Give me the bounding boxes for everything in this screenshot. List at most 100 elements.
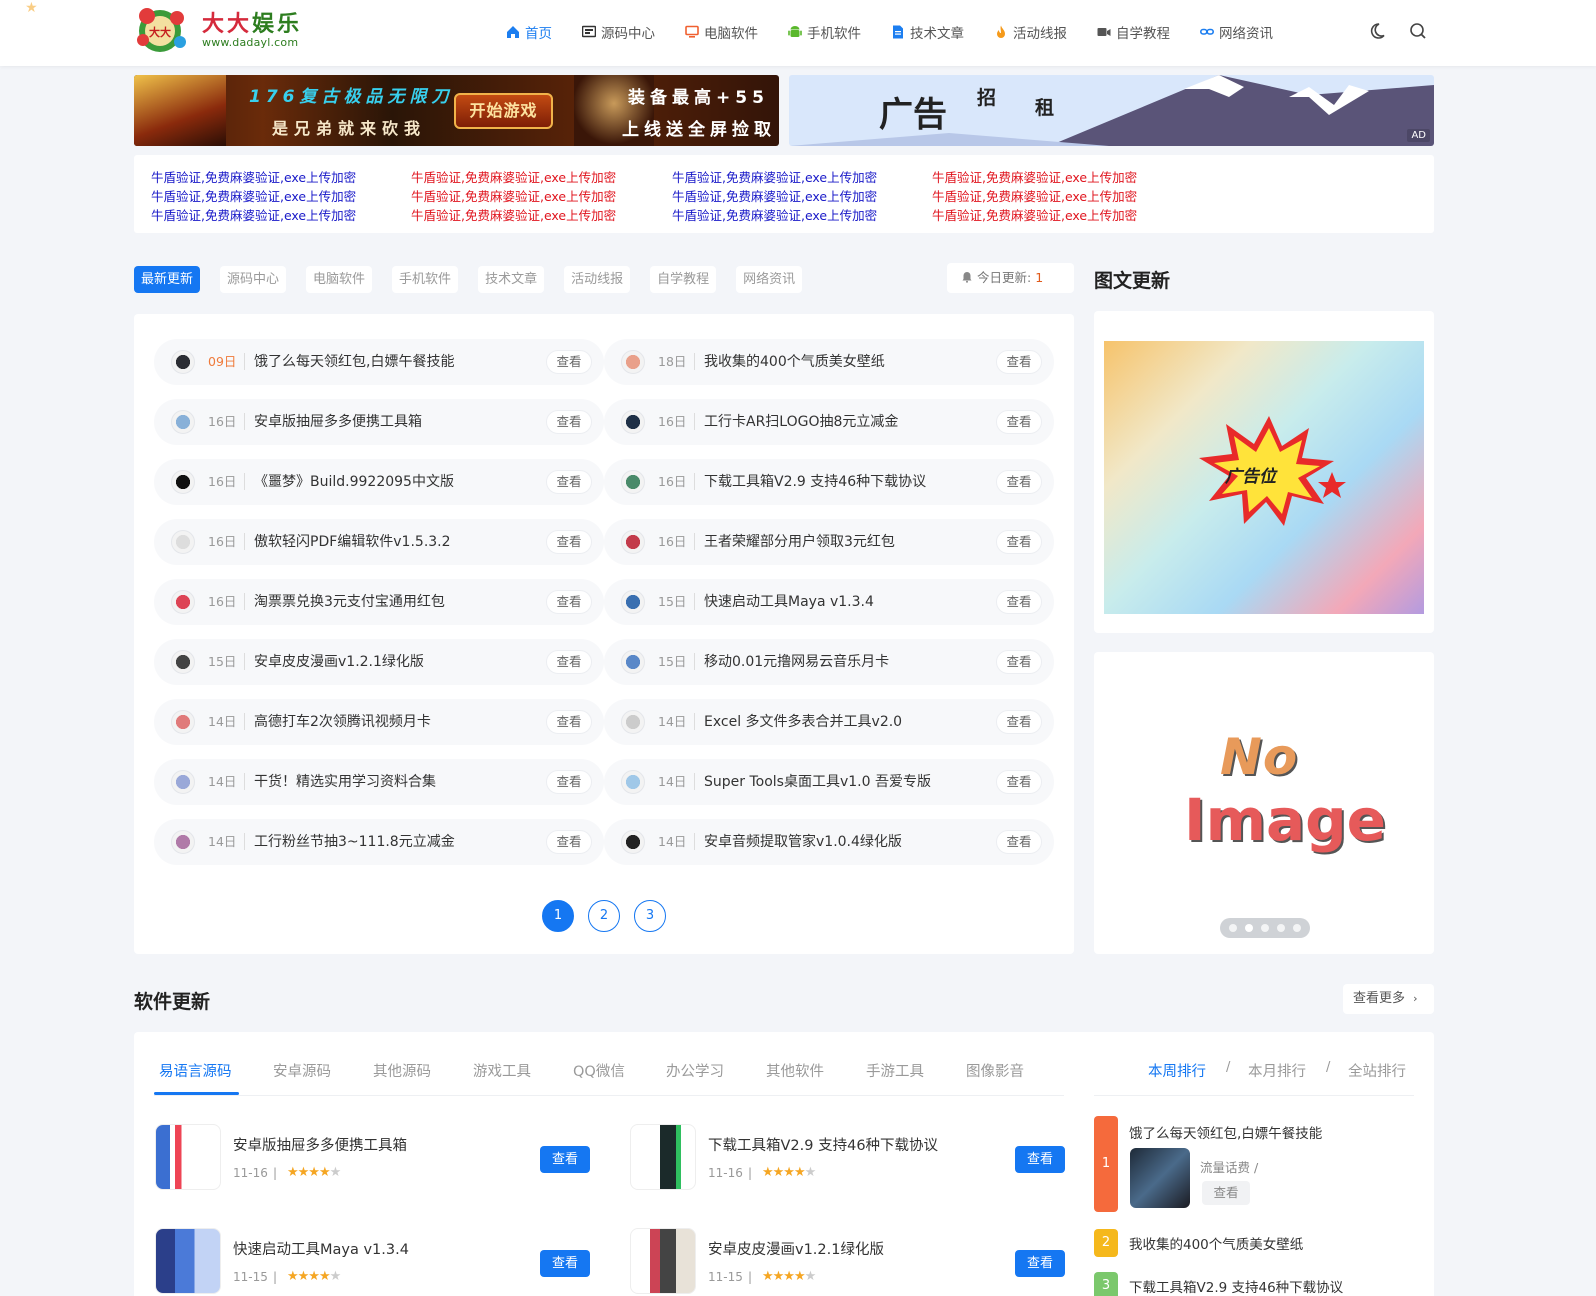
page-button-2[interactable]: 2 (588, 900, 620, 932)
item-title[interactable]: 干货！精选实用学习资料合集 (254, 771, 436, 791)
software-tab-2[interactable]: 其他源码 (373, 1060, 431, 1081)
latest-list-item[interactable]: 16日 傲软轻闪PDF编辑软件v1.5.3.2 查看 (154, 519, 604, 565)
text-link-ad[interactable]: 牛盾验证,免费麻婆验证,exe上传加密 (151, 205, 356, 224)
site-title[interactable]: 大大娱乐 (202, 6, 302, 38)
view-button[interactable]: 查看 (996, 770, 1042, 794)
slider-dot[interactable] (1293, 924, 1301, 932)
nav-item-4[interactable]: 技术文章 (891, 22, 964, 42)
view-button[interactable]: 查看 (546, 530, 592, 554)
slider-dot[interactable] (1261, 924, 1269, 932)
text-link-ad[interactable]: 牛盾验证,免费麻婆验证,exe上传加密 (672, 205, 877, 224)
software-name[interactable]: 安卓版抽屉多多便携工具箱 (233, 1134, 407, 1155)
item-title[interactable]: 工行卡AR扫LOGO抽8元立减金 (704, 411, 898, 431)
software-view-button[interactable]: 查看 (540, 1146, 590, 1173)
rank-title[interactable]: 我收集的400个气质美女壁纸 (1129, 1233, 1303, 1253)
item-title[interactable]: 下载工具箱V2.9 支持46种下载协议 (704, 471, 926, 491)
slider-dot[interactable] (1229, 924, 1237, 932)
software-thumbnail[interactable] (155, 1124, 221, 1190)
item-title[interactable]: 《噩梦》Build.9922095中文版 (254, 471, 454, 491)
view-button[interactable]: 查看 (996, 530, 1042, 554)
item-title[interactable]: 快速启动工具Maya v1.3.4 (704, 591, 874, 611)
latest-list-item[interactable]: 14日 干货！精选实用学习资料合集 查看 (154, 759, 604, 805)
latest-list-item[interactable]: 14日 高德打车2次领腾讯视频月卡 查看 (154, 699, 604, 745)
latest-list-item[interactable]: 14日 安卓音频提取管家v1.0.4绿化版 查看 (604, 819, 1054, 865)
software-name[interactable]: 下载工具箱V2.9 支持46种下载协议 (708, 1134, 938, 1155)
page-button-1[interactable]: 1 (542, 900, 574, 932)
software-view-button[interactable]: 查看 (1015, 1146, 1065, 1173)
latest-tab-7[interactable]: 网络资讯 (736, 266, 803, 293)
text-link-ad[interactable]: 牛盾验证,免费麻婆验证,exe上传加密 (411, 205, 616, 224)
software-tab-7[interactable]: 手游工具 (866, 1060, 924, 1081)
nav-item-6[interactable]: 自学教程 (1097, 22, 1170, 42)
software-thumbnail[interactable] (630, 1228, 696, 1294)
nav-item-1[interactable]: 源码中心 (582, 22, 655, 42)
software-tab-6[interactable]: 其他软件 (766, 1060, 824, 1081)
rank-title[interactable]: 饿了么每天领红包,白嫖午餐技能 (1129, 1122, 1322, 1142)
nav-item-0[interactable]: 首页 (506, 22, 552, 42)
latest-tab-4[interactable]: 技术文章 (478, 266, 545, 293)
latest-tab-2[interactable]: 电脑软件 (306, 266, 373, 293)
latest-list-item[interactable]: 15日 安卓皮皮漫画v1.2.1绿化版 查看 (154, 639, 604, 685)
view-button[interactable]: 查看 (996, 590, 1042, 614)
item-title[interactable]: 安卓版抽屉多多便携工具箱 (254, 411, 422, 431)
page-button-3[interactable]: 3 (634, 900, 666, 932)
view-more-button[interactable]: 查看更多 › (1343, 984, 1434, 1014)
latest-list-item[interactable]: 16日 王者荣耀部分用户领取3元红包 查看 (604, 519, 1054, 565)
view-button[interactable]: 查看 (546, 350, 592, 374)
view-button[interactable]: 查看 (996, 410, 1042, 434)
latest-list-item[interactable]: 14日 工行粉丝节抽3~111.8元立减金 查看 (154, 819, 604, 865)
item-title[interactable]: 高德打车2次领腾讯视频月卡 (254, 711, 431, 731)
item-title[interactable]: 饿了么每天领红包,白嫖午餐技能 (254, 351, 454, 371)
rank-title[interactable]: 下载工具箱V2.9 支持46种下载协议 (1129, 1276, 1343, 1296)
view-button[interactable]: 查看 (546, 590, 592, 614)
software-name[interactable]: 快速启动工具Maya v1.3.4 (233, 1238, 409, 1259)
latest-list-item[interactable]: 16日 淘票票兑换3元支付宝通用红包 查看 (154, 579, 604, 625)
latest-tab-1[interactable]: 源码中心 (220, 266, 287, 293)
latest-list-item[interactable]: 15日 快速启动工具Maya v1.3.4 查看 (604, 579, 1054, 625)
software-view-button[interactable]: 查看 (540, 1250, 590, 1277)
software-thumbnail[interactable] (155, 1228, 221, 1294)
latest-list-item[interactable]: 09日 饿了么每天领红包,白嫖午餐技能 查看 (154, 339, 604, 385)
software-name[interactable]: 安卓皮皮漫画v1.2.1绿化版 (708, 1238, 884, 1259)
text-link-ad[interactable]: 牛盾验证,免费麻婆验证,exe上传加密 (411, 186, 616, 205)
view-button[interactable]: 查看 (546, 770, 592, 794)
item-title[interactable]: 傲软轻闪PDF编辑软件v1.5.3.2 (254, 531, 451, 551)
search-icon[interactable] (1408, 21, 1428, 41)
view-button[interactable]: 查看 (996, 830, 1042, 854)
software-tab-1[interactable]: 安卓源码 (273, 1060, 331, 1081)
item-title[interactable]: 安卓皮皮漫画v1.2.1绿化版 (254, 651, 424, 671)
view-button[interactable]: 查看 (996, 710, 1042, 734)
rank-view-button[interactable]: 查看 (1202, 1181, 1250, 1205)
item-title[interactable]: 王者荣耀部分用户领取3元红包 (704, 531, 895, 551)
item-title[interactable]: 我收集的400个气质美女壁纸 (704, 351, 885, 371)
view-button[interactable]: 查看 (546, 410, 592, 434)
software-view-button[interactable]: 查看 (1015, 1250, 1065, 1277)
rank-tab-0[interactable]: 本周排行 (1148, 1060, 1206, 1081)
nav-item-2[interactable]: 电脑软件 (685, 22, 758, 42)
latest-tab-5[interactable]: 活动线报 (564, 266, 631, 293)
view-button[interactable]: 查看 (546, 470, 592, 494)
software-tab-4[interactable]: QQ微信 (573, 1060, 625, 1081)
view-button[interactable]: 查看 (996, 470, 1042, 494)
software-thumbnail[interactable] (630, 1124, 696, 1190)
rank-tab-1[interactable]: 本月排行 (1248, 1060, 1306, 1081)
latest-list-item[interactable]: 16日 下载工具箱V2.9 支持46种下载协议 查看 (604, 459, 1054, 505)
latest-list-item[interactable]: 15日 移动0.01元撸网易云音乐月卡 查看 (604, 639, 1054, 685)
text-link-ad[interactable]: 牛盾验证,免费麻婆验证,exe上传加密 (151, 167, 356, 186)
latest-tab-0[interactable]: 最新更新 (134, 266, 201, 293)
latest-tab-3[interactable]: 手机软件 (392, 266, 459, 293)
latest-list-item[interactable]: 14日 Excel 多文件多表合并工具v2.0 查看 (604, 699, 1054, 745)
latest-list-item[interactable]: 16日 安卓版抽屉多多便携工具箱 查看 (154, 399, 604, 445)
logo-icon[interactable]: 大大 (133, 4, 191, 54)
rank-thumbnail[interactable] (1130, 1148, 1190, 1208)
rank-tab-2[interactable]: 全站排行 (1348, 1060, 1406, 1081)
nav-item-7[interactable]: 网络资讯 (1200, 22, 1273, 42)
ad-rent-banner[interactable]: 广告 招 租 AD (789, 75, 1434, 146)
text-link-ad[interactable]: 牛盾验证,免费麻婆验证,exe上传加密 (932, 186, 1137, 205)
software-tab-8[interactable]: 图像影音 (966, 1060, 1024, 1081)
latest-list-item[interactable]: 16日 工行卡AR扫LOGO抽8元立减金 查看 (604, 399, 1054, 445)
item-title[interactable]: 工行粉丝节抽3~111.8元立减金 (254, 831, 455, 851)
view-button[interactable]: 查看 (546, 830, 592, 854)
start-game-button[interactable]: 开始游戏 (454, 93, 553, 129)
item-title[interactable]: Super Tools桌面工具v1.0 吾爱专版 (704, 771, 931, 791)
